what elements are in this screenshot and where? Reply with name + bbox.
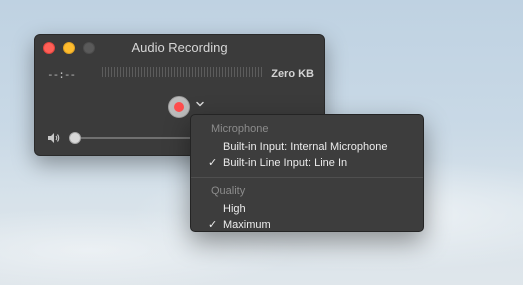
desktop-background: Audio Recording --:-- Zero KB Microphone…	[0, 0, 523, 285]
recording-options-menu: Microphone Built-in Input: Internal Micr…	[190, 114, 424, 232]
file-size-label: Zero KB	[271, 68, 314, 80]
speaker-icon	[48, 133, 60, 143]
menu-item-label: Maximum	[223, 219, 271, 231]
checkmark-icon: ✓	[208, 219, 218, 231]
menu-header-microphone: Microphone	[211, 123, 269, 135]
menu-item-line-in[interactable]: ✓ Built-in Line Input: Line In	[191, 155, 423, 171]
menu-separator	[191, 177, 423, 178]
menu-header-quality: Quality	[211, 185, 246, 197]
elapsed-time: --:--	[47, 68, 76, 81]
menu-item-quality-maximum[interactable]: ✓ Maximum	[191, 217, 423, 233]
chevron-down-icon[interactable]	[195, 99, 205, 109]
volume-slider-track[interactable]	[73, 137, 193, 139]
title-bar[interactable]: Audio Recording	[35, 35, 324, 59]
window-title: Audio Recording	[131, 40, 228, 55]
menu-item-internal-microphone[interactable]: Built-in Input: Internal Microphone	[191, 139, 423, 155]
record-button[interactable]	[168, 96, 190, 118]
checkmark-icon: ✓	[208, 157, 218, 169]
audio-level-meter	[102, 67, 262, 77]
menu-item-label: High	[223, 203, 246, 215]
record-icon	[174, 102, 184, 112]
menu-item-label: Built-in Input: Internal Microphone	[223, 141, 388, 153]
menu-item-label: Built-in Line Input: Line In	[223, 157, 348, 169]
volume-slider-knob[interactable]	[69, 132, 81, 144]
menu-item-quality-high[interactable]: High	[191, 201, 423, 217]
